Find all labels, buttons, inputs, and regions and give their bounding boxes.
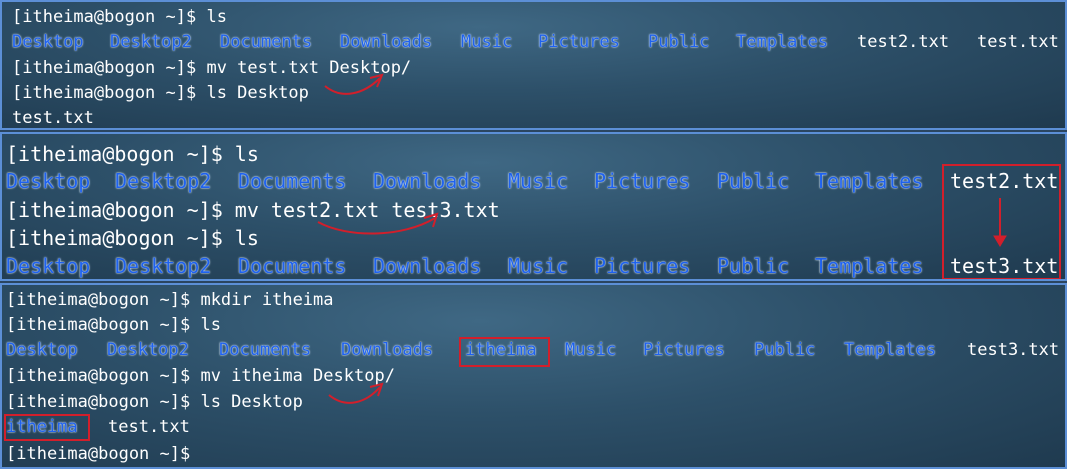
prompt-line: [itheima@bogon ~]$ ls — [12, 7, 227, 27]
highlight-box — [4, 414, 90, 441]
prompt-line: [itheima@bogon ~]$ — [6, 444, 191, 464]
directory-entry: Downloads — [341, 340, 434, 360]
directory-entry: Desktop — [12, 32, 84, 52]
directory-entry: Templates — [844, 340, 937, 360]
terminal-panel-3: [itheima@bogon ~]$ mkdir itheima [itheim… — [0, 283, 1067, 469]
ls-output-row: Desktop Desktop2 Documents Downloads Music Pi… — [2, 254, 1065, 279]
ls-output-row: Desktop Desktop2 Documents Downloads Music Pi… — [2, 171, 1065, 195]
prompt-line: [itheima@bogon ~]$ mv itheima Desktop/ — [6, 366, 395, 386]
prompt-line: [itheima@bogon ~]$ ls — [6, 142, 259, 166]
directory-entry: Desktop — [6, 169, 91, 193]
directory-entry: Documents — [220, 32, 313, 52]
prompt-line: [itheima@bogon ~]$ mv test.txt Desktop/ — [12, 58, 412, 78]
prompt-line: [itheima@bogon ~]$ ls Desktop — [6, 392, 303, 412]
directory-entry: Desktop2 — [115, 169, 212, 193]
directory-entry: Pictures — [538, 32, 620, 52]
file-entry: test.txt — [108, 417, 190, 437]
directory-entry: Pictures — [594, 169, 691, 193]
directory-entry: Downloads — [373, 254, 482, 278]
directory-entry: Desktop2 — [107, 340, 189, 360]
terminal-panel-1: [itheima@bogon ~]$ ls Desktop Desktop2 Doc… — [0, 0, 1067, 130]
file-entry: test2.txt — [857, 32, 950, 52]
directory-entry: Public — [717, 169, 790, 193]
prompt-line: [itheima@bogon ~]$ mkdir itheima — [6, 290, 334, 310]
directory-entry: Templates — [815, 169, 924, 193]
directory-entry: Public — [717, 254, 790, 278]
prompt-line: [itheima@bogon ~]$ ls Desktop — [12, 83, 309, 103]
directory-entry: Music — [508, 254, 569, 278]
file-entry: test3.txt — [967, 340, 1060, 360]
directory-entry: Desktop2 — [115, 254, 212, 278]
directory-entry: Music — [461, 32, 513, 52]
directory-entry: Pictures — [643, 340, 725, 360]
directory-entry: Desktop — [6, 254, 91, 278]
directory-entry: Downloads — [373, 169, 482, 193]
ls-output-row: Desktop Desktop2 Documents Downloads Music Pi… — [2, 34, 1065, 54]
prompt-line: [itheima@bogon ~]$ ls — [6, 226, 259, 250]
directory-entry: Music — [508, 169, 569, 193]
directory-entry: Templates — [736, 32, 829, 52]
terminal-panel-2: [itheima@bogon ~]$ ls Desktop Desktop2 Doc… — [0, 132, 1067, 281]
directory-entry: Downloads — [340, 32, 433, 52]
prompt-line: [itheima@bogon ~]$ mv test2.txt test3.tx… — [6, 198, 500, 222]
directory-entry: Desktop2 — [110, 32, 192, 52]
highlight-box — [942, 164, 1061, 279]
output-line: test.txt — [12, 108, 94, 128]
directory-entry: Documents — [238, 169, 347, 193]
directory-entry: Documents — [238, 254, 347, 278]
directory-entry: Public — [648, 32, 710, 52]
directory-entry: Music — [565, 340, 617, 360]
highlight-box — [459, 337, 550, 367]
directory-entry: Templates — [815, 254, 924, 278]
prompt-line: [itheima@bogon ~]$ ls — [6, 315, 221, 335]
ls-output-row: itheima test.txt — [2, 419, 1065, 441]
directory-entry: Documents — [219, 340, 312, 360]
file-entry: test.txt — [977, 32, 1059, 52]
directory-entry: Pictures — [594, 254, 691, 278]
directory-entry: Public — [754, 340, 816, 360]
directory-entry: Desktop — [6, 340, 78, 360]
